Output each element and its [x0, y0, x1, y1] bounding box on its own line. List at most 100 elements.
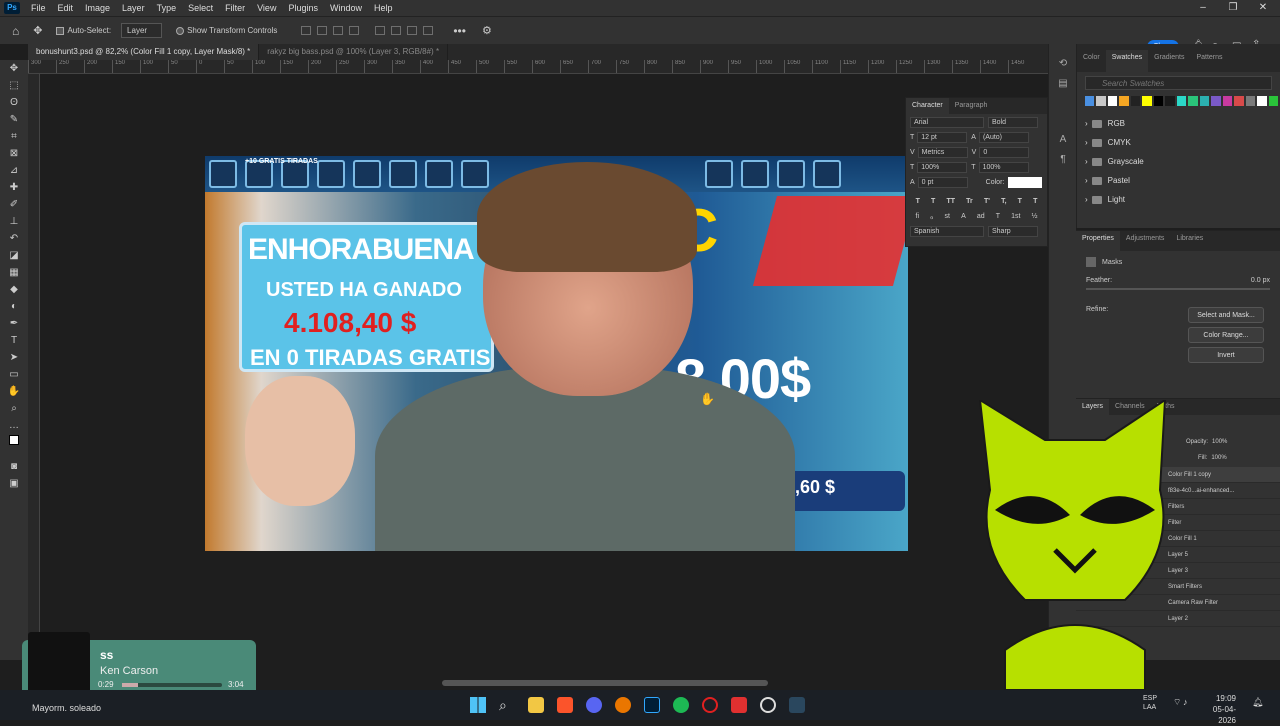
color-swatch[interactable] [1096, 96, 1106, 106]
more-tools-icon[interactable]: … [0, 417, 28, 434]
horizontal-scale-field[interactable]: 100% [978, 162, 1029, 173]
menu-layer[interactable]: Layer [116, 3, 151, 13]
menu-filter[interactable]: Filter [219, 3, 251, 13]
path-select-icon[interactable]: ➤ [0, 349, 28, 366]
swatch-folder-grayscale[interactable]: › Grayscale [1077, 152, 1280, 171]
horizontal-scrollbar[interactable] [442, 680, 768, 686]
menu-window[interactable]: Window [324, 3, 368, 13]
language-indicator[interactable]: ESP LAA [1143, 694, 1157, 712]
rectangle-tool-icon[interactable]: ▭ [0, 366, 28, 383]
align-top-icon[interactable] [375, 26, 386, 35]
color-swatch[interactable] [1176, 96, 1187, 106]
tab-properties[interactable]: Properties [1076, 231, 1120, 251]
tab-paragraph[interactable]: Paragraph [949, 98, 994, 114]
gear-icon[interactable]: ⚙ [482, 24, 492, 37]
menu-edit[interactable]: Edit [52, 3, 80, 13]
healing-brush-icon[interactable]: ✚ [0, 179, 28, 196]
move-tool-icon[interactable]: ✥ [0, 60, 28, 77]
paragraph-panel-icon[interactable]: ¶ [1049, 150, 1077, 170]
home-icon[interactable]: ⌂ [12, 24, 19, 38]
zoom-tool-icon[interactable]: ⌕ [0, 400, 28, 417]
file-explorer-icon[interactable] [528, 697, 544, 713]
history-icon[interactable]: ⟲ [1049, 54, 1077, 74]
vertical-scale-field[interactable]: 100% [917, 162, 968, 173]
app-icon[interactable] [731, 697, 747, 713]
color-swatch[interactable] [1188, 96, 1198, 106]
character-panel-icon[interactable]: A [1049, 130, 1077, 150]
menu-plugins[interactable]: Plugins [282, 3, 324, 13]
marquee-tool-icon[interactable]: ⬚ [0, 77, 28, 94]
frame-tool-icon[interactable]: ⊠ [0, 145, 28, 162]
leading-field[interactable]: (Auto) [978, 132, 1029, 143]
swatch-folder-rgb[interactable]: › RGB [1077, 114, 1280, 133]
blender-icon[interactable] [615, 697, 631, 713]
antialias-select[interactable]: Sharp [988, 226, 1038, 237]
color-swatch[interactable] [1153, 96, 1164, 106]
tab-bonushunt3[interactable]: bonushunt3.psd @ 82,2% (Color Fill 1 cop… [28, 44, 260, 60]
type-tool-icon[interactable]: T [0, 332, 28, 349]
color-range-button[interactable]: Color Range... [1188, 327, 1264, 343]
menu-image[interactable]: Image [79, 3, 116, 13]
align-center-icon[interactable] [317, 26, 328, 35]
tab-character[interactable]: Character [906, 98, 949, 114]
tab-color[interactable]: Color [1077, 50, 1106, 72]
tab-swatches[interactable]: Swatches [1105, 50, 1149, 72]
spotify-icon[interactable] [673, 697, 689, 713]
gradient-tool-icon[interactable]: ▦ [0, 264, 28, 281]
align-right-icon[interactable] [333, 26, 344, 35]
app-icon-2[interactable] [760, 697, 776, 713]
swatch-search-input[interactable]: Search Swatches [1085, 76, 1272, 90]
distribute-icon[interactable] [349, 26, 360, 35]
menu-view[interactable]: View [251, 3, 282, 13]
opera-icon[interactable] [702, 697, 718, 713]
minimize-icon[interactable]: – [1188, 0, 1218, 16]
align-bottom-icon[interactable] [407, 26, 418, 35]
menu-type[interactable]: Type [151, 3, 183, 13]
quick-select-icon[interactable]: ✎ [0, 111, 28, 128]
swatch-folder-cmyk[interactable]: › CMYK [1077, 133, 1280, 152]
feather-slider[interactable] [1086, 288, 1270, 290]
tab-adjustments[interactable]: Adjustments [1120, 231, 1171, 251]
color-swatch[interactable] [1165, 96, 1175, 106]
color-swatch[interactable] [1199, 96, 1210, 106]
tab-patterns[interactable]: Patterns [1190, 50, 1228, 72]
select-and-mask-button[interactable]: Select and Mask... [1188, 307, 1264, 323]
close-icon[interactable]: ✕ [1248, 0, 1278, 16]
color-swatch[interactable] [1268, 96, 1278, 106]
swatch-folder-pastel[interactable]: › Pastel [1077, 171, 1280, 190]
windows-start-icon[interactable] [470, 697, 486, 713]
color-swatches-icon[interactable] [0, 434, 28, 458]
font-family-select[interactable]: Arial [910, 117, 984, 128]
steam-icon[interactable] [789, 697, 805, 713]
discord-icon[interactable] [586, 697, 602, 713]
text-color-swatch[interactable] [1008, 177, 1043, 188]
language-select[interactable]: Spanish [910, 226, 984, 237]
eraser-tool-icon[interactable]: ◪ [0, 247, 28, 264]
quick-mask-icon[interactable]: ◙ [0, 458, 28, 475]
auto-select-checkbox[interactable]: Auto-Select: [56, 26, 111, 35]
opacity-field[interactable]: 100% [1212, 439, 1227, 445]
fill-field[interactable]: 100% [1211, 455, 1226, 461]
weather-text[interactable]: Mayorm. soleado [32, 703, 101, 713]
restore-icon[interactable]: ❐ [1218, 0, 1248, 16]
wifi-icon[interactable]: ⌔ [1173, 697, 1181, 708]
invert-button[interactable]: Invert [1188, 347, 1264, 363]
menu-select[interactable]: Select [182, 3, 219, 13]
layer-select[interactable]: Layer [121, 23, 163, 38]
tab-libraries[interactable]: Libraries [1170, 231, 1209, 251]
search-icon[interactable]: ⌕ [499, 697, 515, 713]
tab-gradients[interactable]: Gradients [1148, 50, 1190, 72]
menu-file[interactable]: File [25, 3, 52, 13]
tab-rakyz-big-bass[interactable]: rakyz big bass.psd @ 100% (Layer 3, RGB/… [259, 44, 449, 60]
color-swatch[interactable] [1222, 96, 1233, 106]
color-swatch[interactable] [1119, 96, 1129, 106]
move-tool-icon[interactable]: ✥ [33, 24, 42, 37]
dodge-tool-icon[interactable]: ◐ [0, 298, 28, 315]
hand-tool-icon[interactable]: ✋ [0, 383, 28, 400]
feather-value[interactable]: 0.0 px [1251, 277, 1270, 284]
menu-help[interactable]: Help [368, 3, 399, 13]
clock[interactable]: 19:09 05-04-2026 [1196, 693, 1236, 726]
brave-icon[interactable] [557, 697, 573, 713]
comments-icon[interactable]: ▤ [1049, 74, 1077, 94]
screen-mode-icon[interactable]: ▣ [0, 475, 28, 492]
